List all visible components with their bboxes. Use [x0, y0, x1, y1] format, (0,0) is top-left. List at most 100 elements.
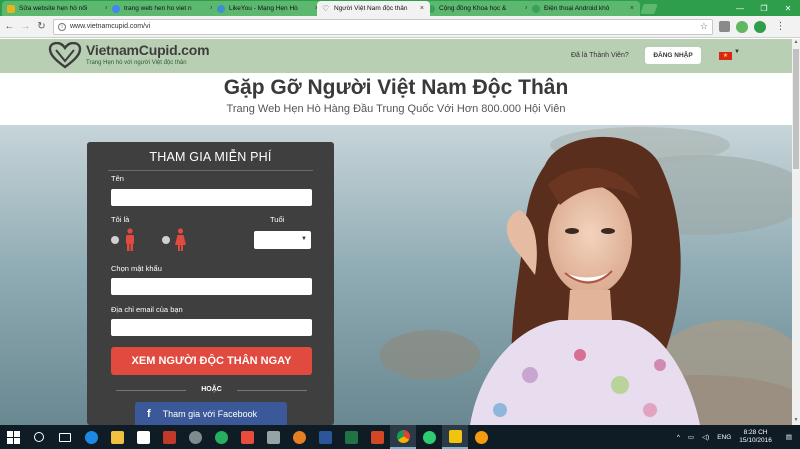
facebook-join-button[interactable]: f Tham gia với Facebook [135, 402, 287, 425]
tab-close-icon[interactable]: × [630, 5, 634, 12]
site-header: VietnamCupid.com Trang Hẹn hò với người … [0, 39, 792, 73]
signup-title: THAM GIA MIỄN PHÍ [149, 150, 272, 164]
tab-favicon-icon [7, 4, 15, 13]
or-divider: HOẶC [111, 386, 312, 393]
tab-favicon-heart-icon: ♡ [322, 3, 330, 13]
app-icon[interactable] [208, 425, 234, 449]
tab-favicon-icon [217, 4, 225, 13]
browser-tab-active[interactable]: ♡ Người Việt Nam độc thân × [317, 1, 430, 16]
browser-tab-strip: Sửa website hẹn hò nổi× trang web hen ho… [0, 0, 800, 16]
password-input[interactable] [111, 278, 312, 295]
search-icon[interactable] [26, 425, 52, 449]
tab-favicon-icon [112, 4, 120, 13]
extension-icon[interactable] [736, 20, 748, 33]
member-prompt: Đã là Thành Viên? [571, 52, 629, 59]
address-bar[interactable]: i www.vietnamcupid.com/vi ☆ [53, 18, 713, 35]
store-icon[interactable] [130, 425, 156, 449]
hero-heading: Gặp Gỡ Người Việt Nam Độc Thân Trang Web… [0, 73, 792, 125]
tab-title: trang web hen ho viet n [124, 5, 192, 12]
tab-title: Người Việt Nam độc thân [334, 5, 408, 12]
app-icon[interactable] [260, 425, 286, 449]
tab-close-icon[interactable]: × [420, 5, 424, 12]
clock-time: 8:28 CH [743, 428, 768, 436]
age-label: Tuổi [270, 215, 285, 224]
forward-arrow-icon[interactable]: → [19, 20, 32, 34]
female-radio[interactable] [162, 236, 170, 244]
language-indicator[interactable]: ENG [717, 434, 731, 441]
tab-favicon-icon [532, 4, 540, 13]
volume-icon[interactable]: ◁) [702, 433, 709, 441]
scrollbar-thumb[interactable] [793, 49, 799, 169]
network-icon[interactable]: ▭ [688, 433, 694, 441]
windows-start-icon[interactable] [0, 425, 26, 449]
facebook-join-label: Tham gia với Facebook [162, 408, 258, 419]
window-controls: — ❐ ✕ [698, 0, 800, 16]
scroll-up-icon[interactable]: ▲ [792, 39, 800, 47]
divider [108, 170, 313, 171]
male-radio[interactable] [111, 236, 119, 244]
chrome-icon[interactable] [390, 425, 416, 449]
language-caret-icon[interactable]: ▼ [734, 49, 740, 55]
new-tab-button[interactable] [640, 4, 658, 14]
extension-icon[interactable] [754, 20, 766, 33]
app-icon[interactable] [234, 425, 260, 449]
name-label: Tên [111, 174, 124, 183]
page-info-icon[interactable]: i [58, 22, 66, 31]
scroll-down-icon[interactable]: ▼ [792, 417, 800, 425]
site-logo[interactable]: VietnamCupid.com Trang Hẹn hò với người … [48, 42, 210, 70]
maximize-icon[interactable]: ❐ [752, 0, 776, 16]
app-icon[interactable] [442, 425, 468, 449]
browser-tab[interactable]: Cộng đồng Khoa học & × [422, 1, 535, 16]
chevron-down-icon: ▼ [301, 236, 307, 242]
excel-icon[interactable] [338, 425, 364, 449]
close-window-icon[interactable]: ✕ [776, 0, 800, 16]
page-scrollbar[interactable]: ▲ ▼ [792, 39, 800, 425]
page-subtitle: Trang Web Hẹn Hò Hàng Đầu Trung Quốc Với… [226, 103, 566, 115]
app-icon[interactable] [182, 425, 208, 449]
file-explorer-icon[interactable] [104, 425, 130, 449]
view-singles-button[interactable]: XEM NGƯỜI ĐỘC THÂN NGAY [111, 347, 312, 375]
bookmark-star-icon[interactable]: ☆ [700, 21, 708, 32]
login-button[interactable]: ĐĂNG NHẬP [645, 47, 701, 64]
heart-logo-icon [48, 42, 82, 69]
name-input[interactable] [111, 189, 312, 206]
logo-name: VietnamCupid.com [86, 42, 210, 58]
email-label: Địa chỉ email của bạn [111, 305, 183, 314]
tab-title: LikeYou - Mạng Hẹn Hò [229, 5, 298, 12]
minimize-icon[interactable]: — [728, 0, 752, 16]
word-icon[interactable] [312, 425, 338, 449]
female-icon [175, 228, 186, 251]
extension-icon[interactable] [719, 21, 730, 32]
logo-tagline: Trang Hẹn hò với người Việt độc thân [86, 60, 187, 66]
email-input[interactable] [111, 319, 312, 336]
vietnam-flag-icon[interactable]: ★ [719, 52, 732, 60]
menu-icon[interactable]: ⋮ [774, 20, 787, 34]
url-text[interactable]: www.vietnamcupid.com/vi [70, 23, 700, 30]
app-icon[interactable] [468, 425, 494, 449]
browser-toolbar: ← → ↻ i www.vietnamcupid.com/vi ☆ ⋮ [0, 16, 800, 38]
browser-tab[interactable]: Điện thoại Android khô × [527, 1, 640, 16]
powerpoint-icon[interactable] [364, 425, 390, 449]
browser-tab[interactable]: Sửa website hẹn hò nổi× [2, 1, 115, 16]
notifications-icon[interactable]: ▤ [786, 433, 792, 441]
tab-title: Sửa website hẹn hò nổi [19, 5, 88, 12]
age-select[interactable]: ▼ [254, 231, 311, 249]
gender-label: Tôi là [111, 215, 130, 224]
task-view-icon[interactable] [52, 425, 78, 449]
clock[interactable]: 8:28 CH 15/10/2016 [739, 429, 772, 445]
app-icon[interactable] [156, 425, 182, 449]
user-profile-icon[interactable] [698, 0, 728, 16]
reload-icon[interactable]: ↻ [35, 20, 48, 34]
back-arrow-icon[interactable]: ← [3, 20, 16, 34]
tab-title: Điện thoại Android khô [544, 5, 610, 12]
app-icon[interactable] [416, 425, 442, 449]
browser-tab[interactable]: trang web hen ho viet n× [107, 1, 220, 16]
facebook-icon: f [147, 407, 151, 420]
edge-icon[interactable] [78, 425, 104, 449]
password-label: Chọn mật khẩu [111, 264, 162, 273]
clock-date: 15/10/2016 [739, 437, 772, 444]
browser-tab[interactable]: LikeYou - Mạng Hẹn Hò× [212, 1, 325, 16]
app-icon[interactable] [286, 425, 312, 449]
page-title: Gặp Gỡ Người Việt Nam Độc Thân [223, 76, 569, 99]
tray-overflow-icon[interactable]: ^ [677, 434, 680, 441]
